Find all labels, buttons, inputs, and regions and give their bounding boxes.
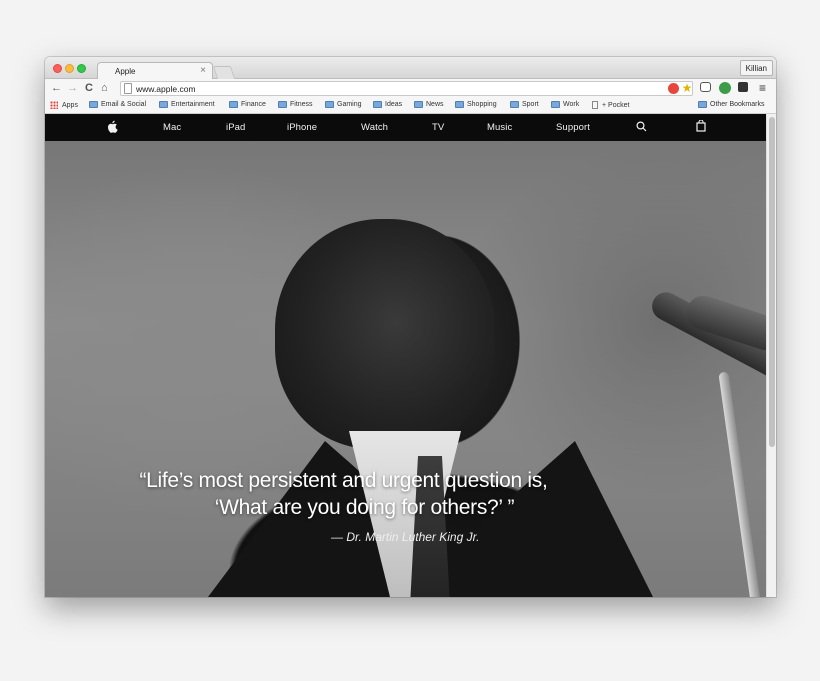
close-window-button[interactable] <box>53 64 62 73</box>
buffer-icon[interactable] <box>738 82 748 92</box>
portrait-head <box>275 219 495 449</box>
bookmark-star-icon[interactable]: ★ <box>681 82 693 94</box>
menu-icon[interactable]: ≡ <box>759 81 766 95</box>
browser-window: Apple × Killian ← → C ⌂ www.apple.com ★ … <box>45 57 776 597</box>
bookmark-ideas[interactable]: Ideas <box>373 101 402 108</box>
hero-image[interactable]: “Life’s most persistent and urgent quest… <box>45 141 766 597</box>
nav-watch[interactable]: Watch <box>361 122 388 133</box>
adblock-icon[interactable] <box>668 83 679 94</box>
minimize-window-button[interactable] <box>65 64 74 73</box>
pocket-icon[interactable] <box>700 82 711 92</box>
bookmark-work[interactable]: Work <box>551 101 579 108</box>
folder-icon <box>278 101 287 108</box>
folder-icon <box>325 101 334 108</box>
title-bar: Apple × Killian <box>45 57 776 80</box>
bookmark-entertainment[interactable]: Entertainment <box>159 101 215 108</box>
folder-icon <box>373 101 382 108</box>
bookmark-email-social[interactable]: Email & Social <box>89 101 146 108</box>
bookmark-shopping[interactable]: Shopping <box>455 101 497 108</box>
bookmark-apps[interactable]: Apps <box>50 101 78 109</box>
address-bar[interactable]: www.apple.com <box>120 81 693 96</box>
folder-icon <box>229 101 238 108</box>
nav-support[interactable]: Support <box>556 122 590 133</box>
search-icon[interactable] <box>636 121 647 135</box>
url-text: www.apple.com <box>136 84 196 94</box>
folder-icon <box>159 101 168 108</box>
back-icon[interactable]: ← <box>51 81 62 95</box>
page-icon <box>592 101 598 109</box>
extension-icon[interactable] <box>719 82 731 94</box>
hero-attribution: — Dr. Martin Luther King Jr. <box>331 530 480 544</box>
page-icon <box>124 83 132 94</box>
folder-icon <box>551 101 560 108</box>
bookmark-news[interactable]: News <box>414 101 444 108</box>
hero-quote-line-2: ‘What are you doing for others?’ ” <box>214 496 515 519</box>
bookmark-sport[interactable]: Sport <box>510 101 539 108</box>
tab-close-icon[interactable]: × <box>200 65 206 76</box>
maximize-window-button[interactable] <box>77 64 86 73</box>
vertical-scrollbar[interactable] <box>766 114 776 597</box>
new-tab-button[interactable] <box>212 66 236 79</box>
shopping-bag-icon[interactable] <box>696 119 706 135</box>
apple-logo-icon[interactable] <box>107 120 118 136</box>
microphone-stand-graphic <box>718 371 762 597</box>
hero-quote-line-1: “Life’s most persistent and urgent quest… <box>139 469 548 492</box>
nav-tv[interactable]: TV <box>432 122 444 133</box>
bookmark-other[interactable]: Other Bookmarks <box>698 101 764 108</box>
nav-music[interactable]: Music <box>487 122 512 133</box>
bookmark-gaming[interactable]: Gaming <box>325 101 362 108</box>
profile-button[interactable]: Killian <box>739 60 773 76</box>
bookmark-fitness[interactable]: Fitness <box>278 101 313 108</box>
bookmark-pocket[interactable]: + Pocket <box>592 101 629 109</box>
browser-toolbar: ← → C ⌂ www.apple.com ★ ≡ <box>45 79 776 98</box>
folder-icon <box>414 101 423 108</box>
apple-global-nav: Mac iPad iPhone Watch TV Music Support <box>45 114 766 141</box>
bookmark-finance[interactable]: Finance <box>229 101 266 108</box>
nav-ipad[interactable]: iPad <box>226 122 245 133</box>
folder-icon <box>455 101 464 108</box>
nav-iphone[interactable]: iPhone <box>287 122 317 133</box>
bookmarks-bar: Apps Email & Social Entertainment Financ… <box>45 98 776 114</box>
reload-icon[interactable]: C <box>85 81 93 95</box>
home-icon[interactable]: ⌂ <box>101 81 108 95</box>
folder-icon <box>698 101 707 108</box>
folder-icon <box>89 101 98 108</box>
folder-icon <box>510 101 519 108</box>
scrollbar-thumb[interactable] <box>769 117 775 447</box>
apps-grid-icon <box>50 101 58 109</box>
tab-title: Apple <box>115 67 136 76</box>
forward-icon[interactable]: → <box>67 81 78 95</box>
page-viewport: Mac iPad iPhone Watch TV Music Support “… <box>45 114 766 597</box>
nav-mac[interactable]: Mac <box>163 122 181 133</box>
browser-tab[interactable]: Apple × <box>97 62 213 80</box>
